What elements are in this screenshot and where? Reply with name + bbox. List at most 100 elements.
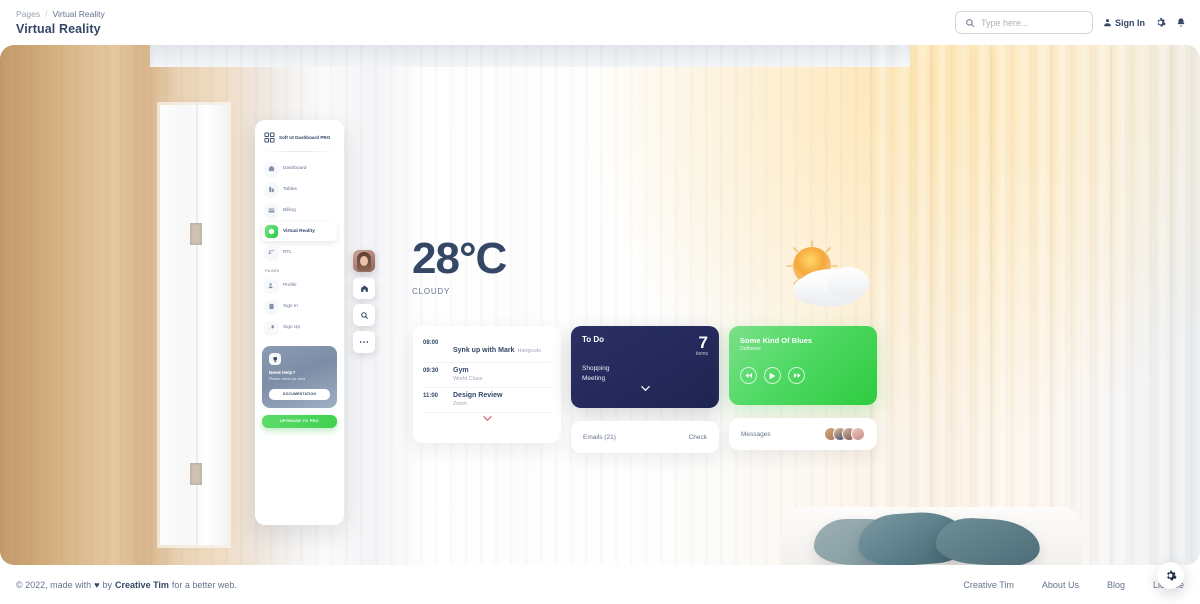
documentation-button[interactable]: DOCUMENTATION	[269, 388, 330, 400]
messages-label: Messages	[741, 430, 771, 438]
weather-condition: CLOUDY	[412, 287, 451, 296]
footer-link-about-us[interactable]: About Us	[1042, 580, 1079, 590]
schedule-row[interactable]: 08:00 Synk up with Mark Hangouts	[423, 335, 551, 363]
search-icon[interactable]	[353, 304, 375, 326]
sidebar-item-profile[interactable]: Profile	[262, 276, 337, 295]
footer-copyright-prefix: © 2022, made with	[16, 579, 92, 590]
schedule-card: 08:00 Synk up with Mark Hangouts 09:30 Gy…	[413, 326, 561, 443]
messages-card[interactable]: Messages	[729, 418, 877, 450]
avatar[interactable]	[851, 427, 865, 441]
rewind-icon[interactable]	[740, 367, 757, 384]
cup-icon	[269, 353, 281, 365]
emails-check-link[interactable]: Check	[689, 434, 707, 441]
schedule-expand-button[interactable]	[423, 413, 551, 425]
vr-tool-rail	[353, 250, 375, 353]
breadcrumb-root[interactable]: Pages	[16, 9, 40, 19]
search-box[interactable]	[955, 11, 1093, 34]
need-help-card: Need Help? Please check our docs DOCUMEN…	[262, 346, 337, 408]
sidebar-nav: Dashboard Tables Billing Virtual Reality…	[262, 159, 337, 262]
sidebar-item-label: Tables	[283, 187, 297, 192]
footer-link-blog[interactable]: Blog	[1107, 580, 1125, 590]
sidebar-item-label: Dashboard	[283, 166, 307, 171]
footer-links: Creative Tim About Us Blog License	[963, 580, 1184, 590]
schedule-time: 11:00	[423, 393, 439, 399]
chevron-down-icon	[640, 386, 650, 392]
footer-by: by	[102, 579, 113, 590]
ellipsis-icon[interactable]	[353, 331, 375, 353]
heart-icon: ♥	[94, 579, 100, 590]
sidebar-item-rtl[interactable]: RTL	[262, 243, 337, 262]
search-input[interactable]	[981, 17, 1083, 28]
sidebar-item-sign-up[interactable]: Sign Up	[262, 318, 337, 337]
schedule-title: Gym	[453, 367, 469, 374]
music-player-card: Some Kind Of Blues Deftones	[729, 326, 877, 405]
schedule-row[interactable]: 11:00 Design Review Zoom	[423, 388, 551, 413]
todo-counter: 7 items	[696, 334, 708, 358]
need-help-title: Need Help?	[269, 371, 296, 376]
gear-icon	[1164, 569, 1177, 582]
chevron-down-icon	[482, 416, 492, 421]
breadcrumb-separator: /	[45, 9, 48, 19]
settings-icon[interactable]	[1155, 17, 1166, 28]
sign-in-link[interactable]: Sign In	[1103, 18, 1145, 28]
sidebar-nav-pages: Profile Sign In Sign Up	[262, 276, 337, 337]
settings-fab-button[interactable]	[1157, 562, 1184, 589]
search-icon	[965, 18, 975, 28]
schedule-meta: Hangouts	[517, 348, 542, 354]
sidebar-item-label: Sign Up	[283, 325, 301, 330]
sidebar-item-label: RTL	[283, 250, 292, 255]
schedule-body: Gym World Class	[453, 367, 483, 382]
avatar[interactable]	[353, 250, 375, 272]
sidebar-brand-label: Soft UI Dashboard PRO	[279, 134, 331, 140]
music-artist: Deftones	[740, 346, 761, 352]
emails-card[interactable]: Emails (21) Check	[571, 421, 719, 453]
need-help-subtitle: Please check our docs	[269, 377, 306, 381]
sidebar-divider	[262, 151, 337, 152]
sidebar-section-pages: PAGES	[265, 269, 280, 273]
schedule-row[interactable]: 09:30 Gym World Class	[423, 363, 551, 388]
breadcrumb: Pages / Virtual Reality	[16, 9, 105, 19]
list-item[interactable]: Meeting	[582, 375, 708, 382]
sidebar-brand[interactable]: Soft UI Dashboard PRO	[262, 129, 337, 151]
avatar-group[interactable]	[824, 427, 865, 441]
sidebar-item-billing[interactable]: Billing	[262, 201, 337, 220]
door	[160, 105, 228, 545]
sidebar-item-tables[interactable]: Tables	[262, 180, 337, 199]
todo-count-label: items	[696, 351, 708, 358]
sidebar-item-sign-in[interactable]: Sign In	[262, 297, 337, 316]
sidebar-item-dashboard[interactable]: Dashboard	[262, 159, 337, 178]
sidebar-item-label: Profile	[283, 283, 297, 288]
todo-list: Shopping Meeting	[582, 365, 708, 382]
schedule-time: 09:30	[423, 368, 439, 374]
footer-link-creative-tim[interactable]: Creative Tim	[963, 580, 1014, 590]
music-track-title: Some Kind Of Blues	[740, 336, 813, 345]
avatar-face	[360, 256, 368, 266]
schedule-title: Design Review	[453, 392, 503, 399]
footer-brand-link[interactable]: Creative Tim	[115, 580, 169, 590]
schedule-title: Synk up with Mark	[453, 347, 515, 354]
play-icon[interactable]	[764, 367, 781, 384]
sidebar-item-label: Virtual Reality	[283, 229, 315, 234]
emails-label: Emails (21)	[583, 433, 616, 441]
list-item[interactable]: Shopping	[582, 365, 708, 372]
schedule-meta: Zoom	[453, 401, 468, 407]
user-icon	[1103, 18, 1112, 27]
todo-title: To Do	[582, 335, 605, 344]
todo-header: To Do 7 items	[582, 334, 708, 358]
temperature-value: 28°C	[412, 234, 507, 283]
notifications-bell-icon[interactable]	[1176, 17, 1186, 28]
todo-expand-button[interactable]	[582, 386, 708, 392]
navbar-left: Pages / Virtual Reality Virtual Reality	[16, 9, 105, 36]
breadcrumb-current: Virtual Reality	[52, 9, 105, 19]
sidebar-item-virtual-reality[interactable]: Virtual Reality	[262, 222, 337, 241]
door-hinge-top	[190, 223, 202, 245]
upgrade-to-pro-button[interactable]: UPGRADE TO PRO	[262, 414, 337, 428]
rocket-icon	[265, 321, 278, 334]
schedule-body: Synk up with Mark Hangouts	[453, 339, 541, 357]
footer-suffix: for a better web.	[171, 579, 237, 590]
navbar-right: Sign In	[955, 11, 1186, 34]
box-3d-icon	[265, 225, 278, 238]
curtain-pleats-right	[870, 45, 1200, 565]
home-icon[interactable]	[353, 277, 375, 299]
forward-icon[interactable]	[788, 367, 805, 384]
